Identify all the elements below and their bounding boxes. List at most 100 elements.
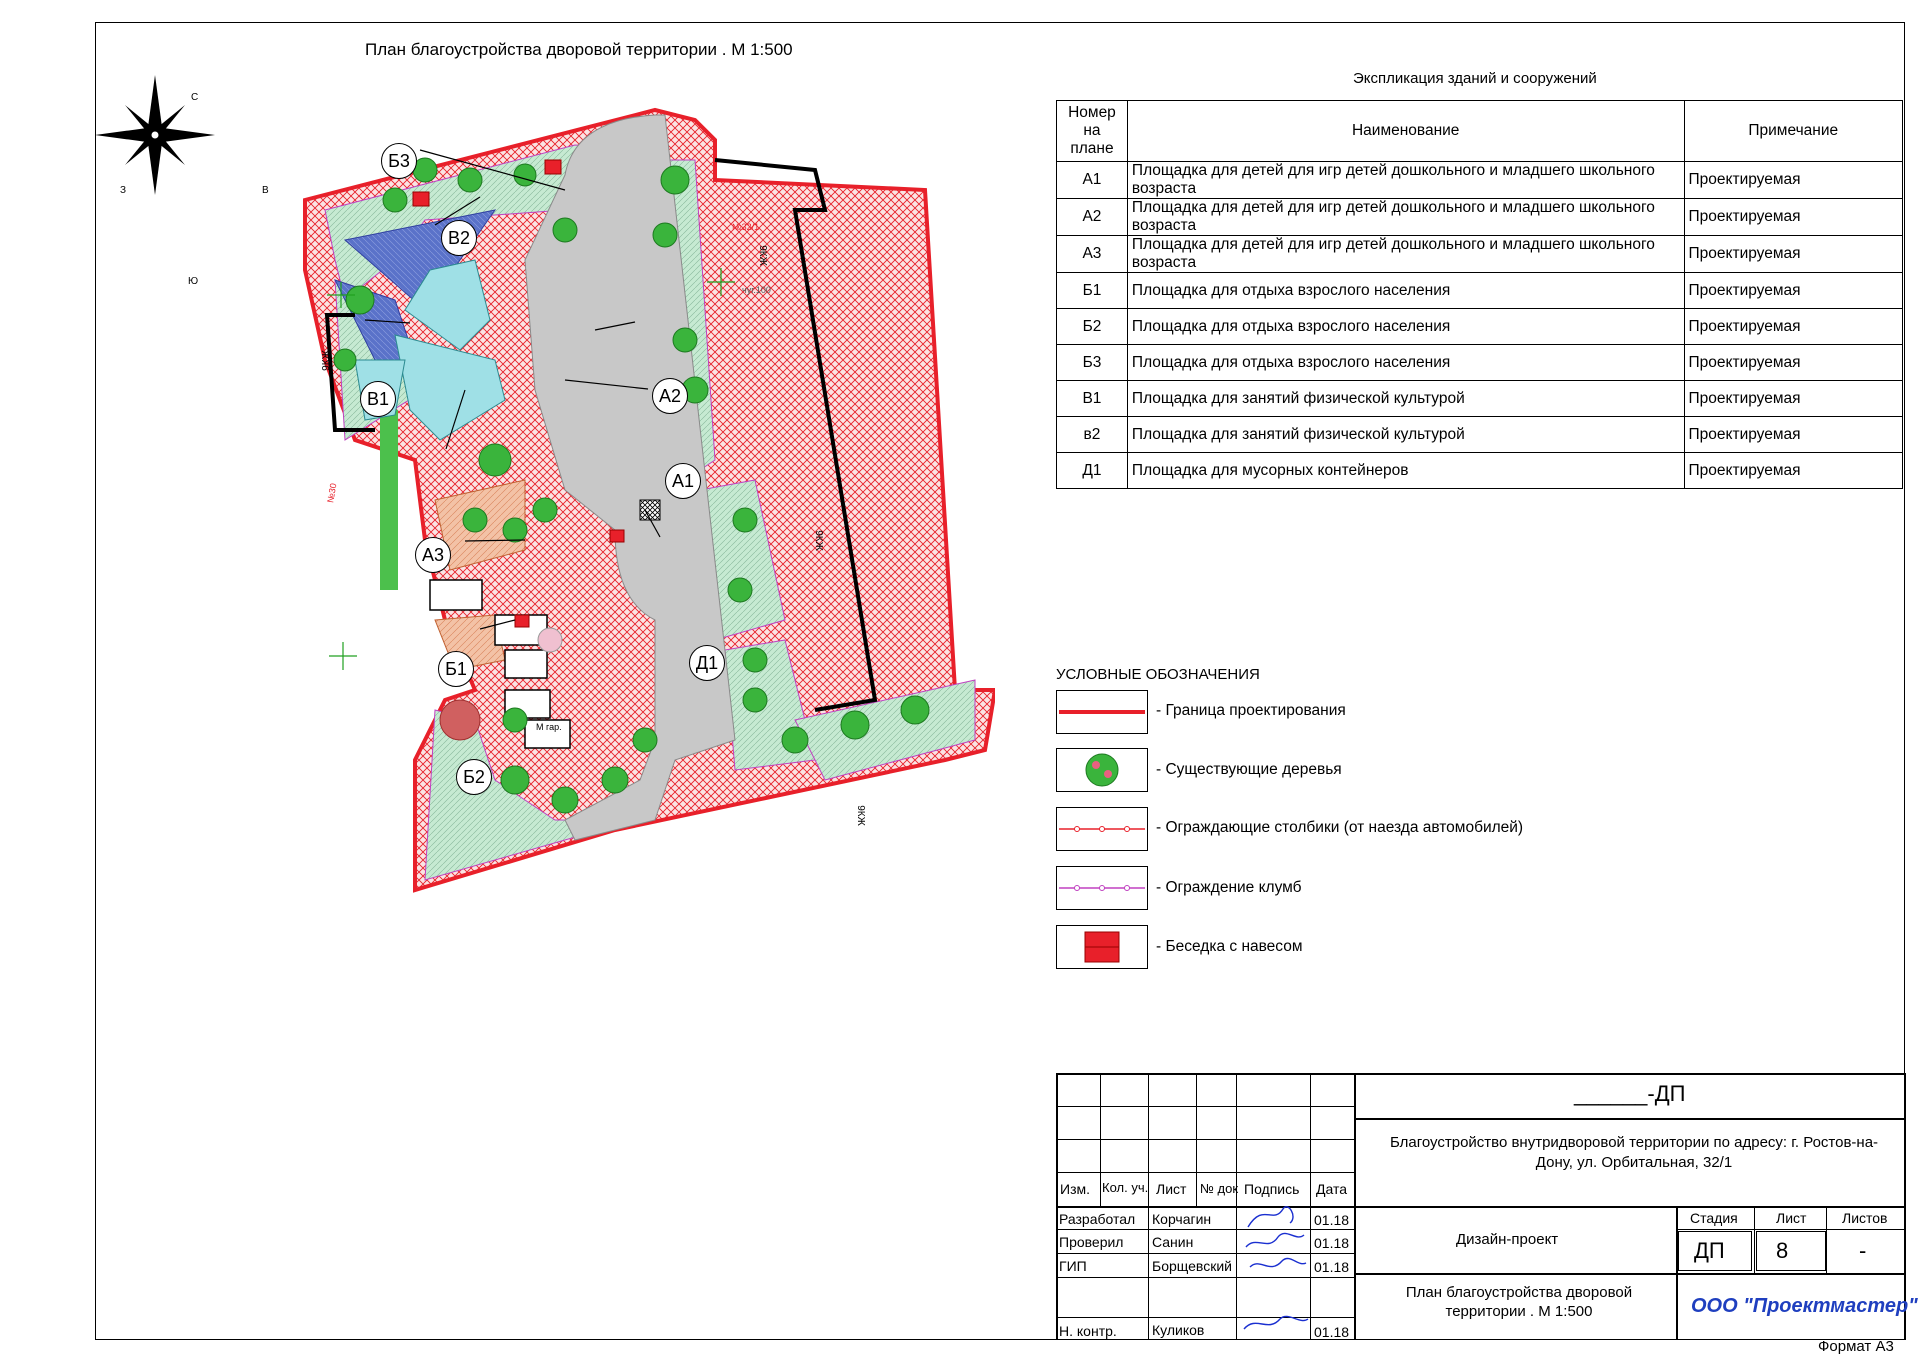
explication-header-row: Номер на плане Наименование Примечание — [1056, 100, 1904, 162]
compass-west: З — [120, 185, 127, 196]
row-name: Площадка для детей для игр детей дошколь… — [1126, 198, 1685, 236]
tb-col-ndok: № док — [1200, 1181, 1239, 1196]
header-note: Примечание — [1683, 100, 1904, 162]
tb-person: Корчагин — [1152, 1211, 1212, 1227]
table-row: Б2 Площадка для отдыха взрослого населен… — [1056, 308, 1904, 345]
signatures — [1243, 1206, 1309, 1330]
site-plan — [95, 75, 995, 893]
row-name: Площадка для детей для игр детей дошколь… — [1126, 235, 1685, 273]
row-num: А2 — [1056, 198, 1128, 236]
table-row: Б1 Площадка для отдыха взрослого населен… — [1056, 272, 1904, 309]
compass-south: Ю — [188, 276, 199, 287]
tb-col-kol: Кол. уч. — [1102, 1180, 1149, 1195]
row-note: Проектируемая — [1683, 235, 1904, 273]
tb-sheet-title: План благоустройства дворовой территории… — [1405, 1284, 1633, 1320]
company-logo: ООО "Проектмастер" — [1691, 1295, 1918, 1317]
tb-role: Разработал — [1059, 1211, 1136, 1227]
garage-label: М гар. — [536, 722, 562, 732]
row-note: Проектируемая — [1683, 161, 1904, 199]
building-label-right-mid: 9КЖ — [812, 530, 824, 551]
tb-col-izm: Изм. — [1060, 1181, 1090, 1197]
tb-role: Проверил — [1059, 1234, 1124, 1250]
row-num: В1 — [1056, 380, 1128, 417]
table-row: В1 Площадка для занятий физической культ… — [1056, 380, 1904, 417]
row-note: Проектируемая — [1683, 272, 1904, 309]
tb-date: 01.18 — [1314, 1324, 1350, 1340]
row-note: Проектируемая — [1683, 198, 1904, 236]
title-block: Изм. Кол. уч. Лист № док Подпись Дата Ра… — [1056, 1073, 1918, 1340]
tb-listov-header: Листов — [1842, 1210, 1888, 1226]
tb-date: 01.18 — [1314, 1235, 1350, 1251]
tb-col-list: Лист — [1156, 1181, 1187, 1197]
row-note: Проектируемая — [1683, 380, 1904, 417]
row-num: А3 — [1056, 235, 1128, 273]
entrance-label: чуг.100 — [742, 285, 771, 295]
callout-a2: А2 — [652, 378, 688, 414]
tb-list-header: Лист — [1776, 1210, 1807, 1226]
legend-label: - Существующие деревья — [1156, 761, 1342, 778]
row-name: Площадка для детей для игр детей дошколь… — [1126, 161, 1685, 199]
plan-title: План благоустройства дворовой территории… — [365, 40, 793, 59]
table-row: А1 Площадка для детей для игр детей дошк… — [1056, 161, 1904, 199]
table-row: А2 Площадка для детей для игр детей дошк… — [1056, 198, 1904, 236]
tb-project: Благоустройство внутридворовой территори… — [1389, 1134, 1879, 1171]
tb-listov-value: - — [1859, 1238, 1867, 1263]
compass-north: С — [191, 92, 199, 103]
legend-label: - Граница проектирования — [1156, 702, 1346, 719]
legend-symbol-tree — [1056, 748, 1148, 792]
tb-person: Борщевский — [1152, 1258, 1232, 1274]
row-name: Площадка для отдыха взрослого населения — [1126, 272, 1685, 309]
house-number-right: №32/1 — [732, 222, 760, 232]
table-row: Д1 Площадка для мусорных контейнеров Про… — [1056, 452, 1904, 489]
header-name: Наименование — [1126, 100, 1685, 162]
callout-b3: Б3 — [381, 143, 417, 179]
row-note: Проектируемая — [1683, 416, 1904, 453]
legend-symbol-boundary — [1056, 690, 1148, 734]
tb-person: Санин — [1152, 1234, 1194, 1250]
callout-d1: Д1 — [689, 645, 725, 681]
tb-date: 01.18 — [1314, 1259, 1350, 1275]
legend-label: - Ограждение клумб — [1156, 879, 1302, 896]
tb-stage-header: Стадия — [1690, 1210, 1738, 1226]
row-note: Проектируемая — [1683, 308, 1904, 345]
tb-col-data: Дата — [1316, 1181, 1348, 1197]
row-name: Площадка для занятий физической культуро… — [1126, 416, 1685, 453]
row-num: Д1 — [1056, 452, 1128, 489]
table-row: Б3 Площадка для отдыха взрослого населен… — [1056, 344, 1904, 381]
callout-b1: Б1 — [438, 651, 474, 687]
table-row: А3 Площадка для детей для игр детей дошк… — [1056, 235, 1904, 273]
row-name: Площадка для мусорных контейнеров — [1126, 452, 1685, 489]
row-name: Площадка для занятий физической культуро… — [1126, 380, 1685, 417]
callout-b2: Б2 — [456, 759, 492, 795]
tb-stage-type: Дизайн-проект — [1456, 1231, 1559, 1248]
format-label: Формат А3 — [1818, 1338, 1894, 1355]
callout-a3: А3 — [415, 537, 451, 573]
tb-role: Н. контр. — [1059, 1323, 1117, 1339]
compass-east: В — [262, 185, 269, 196]
building-label-right-top: 9КЖ — [756, 245, 768, 266]
row-num: в2 — [1056, 416, 1128, 453]
row-name: Площадка для отдыха взрослого населения — [1126, 308, 1685, 345]
header-num: Номер на плане — [1056, 100, 1128, 162]
legend-symbol-bollards — [1056, 807, 1148, 851]
tb-date: 01.18 — [1314, 1212, 1350, 1228]
row-num: Б3 — [1056, 344, 1128, 381]
tb-role: ГИП — [1059, 1258, 1087, 1274]
legend-symbol-gazebo — [1056, 925, 1148, 969]
row-num: Б1 — [1056, 272, 1128, 309]
explication-table: Номер на плане Наименование Примечание А… — [1056, 100, 1904, 489]
legend-label: - Ограждающие столбики (от наезда автомо… — [1156, 819, 1524, 836]
callout-v2: В2 — [441, 220, 477, 256]
row-note: Проектируемая — [1683, 344, 1904, 381]
building-label-right-bot: 9КЖ — [854, 805, 866, 826]
row-num: Б2 — [1056, 308, 1128, 345]
callout-v1: В1 — [360, 381, 396, 417]
building-label-left: 9КЖ — [320, 350, 332, 371]
legend-label: - Беседка с навесом — [1156, 938, 1303, 955]
table-row: в2 Площадка для занятий физической культ… — [1056, 416, 1904, 453]
tb-person: Куликов — [1152, 1322, 1205, 1338]
tb-col-podpis: Подпись — [1244, 1181, 1300, 1197]
legend-symbol-flowerbed-fence — [1056, 866, 1148, 910]
callout-a1: А1 — [665, 463, 701, 499]
explication-title: Экспликация зданий и сооружений — [1353, 70, 1597, 87]
